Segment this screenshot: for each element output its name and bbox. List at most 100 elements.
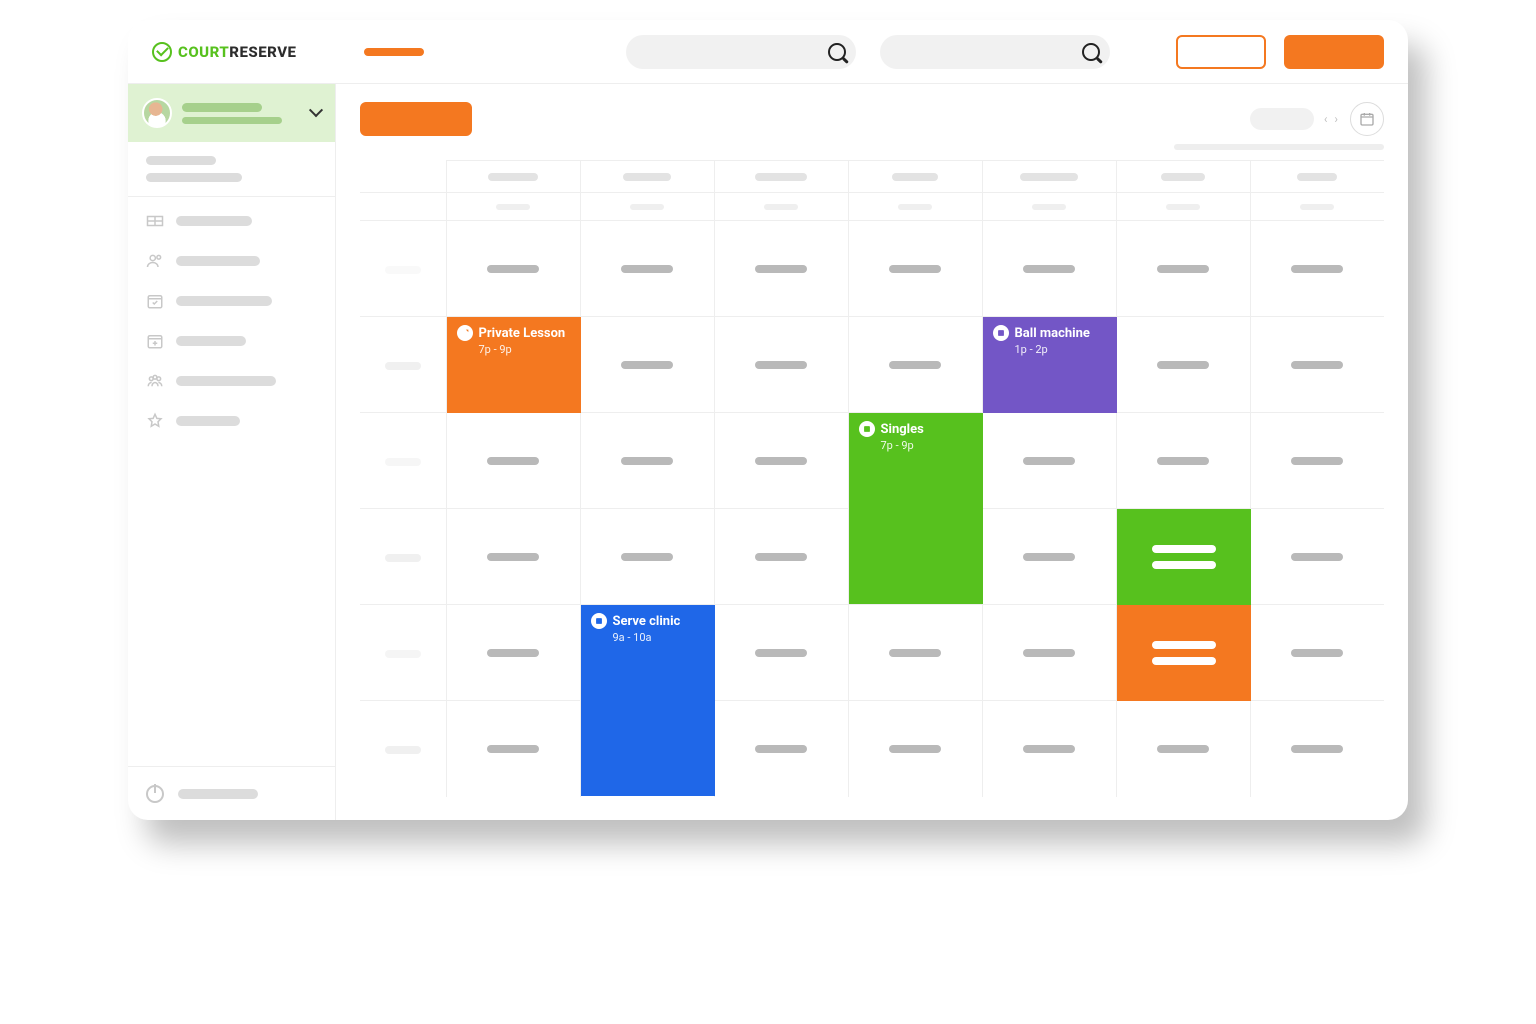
- sidebar-item-label: [176, 296, 272, 306]
- schedule-cell[interactable]: [1116, 221, 1250, 317]
- calendar-button[interactable]: [1350, 102, 1384, 136]
- schedule-cell[interactable]: [714, 413, 848, 509]
- court-icon: [859, 421, 875, 437]
- schedule-cell[interactable]: [714, 701, 848, 797]
- row-label: [360, 413, 446, 509]
- column-header[interactable]: [982, 161, 1116, 193]
- schedule-cell[interactable]: [848, 605, 982, 701]
- schedule-cell[interactable]: [714, 317, 848, 413]
- schedule-cell[interactable]: [982, 413, 1116, 509]
- schedule-table: Private Lesson 7p - 9p Ball machine 1: [360, 160, 1384, 797]
- create-button[interactable]: [360, 102, 472, 136]
- schedule-row: [360, 701, 1384, 797]
- row-label: [360, 221, 446, 317]
- schedule-cell[interactable]: Private Lesson 7p - 9p: [446, 317, 580, 413]
- event-singles[interactable]: Singles 7p - 9p: [849, 413, 983, 604]
- schedule-cell[interactable]: [1250, 221, 1384, 317]
- event-block-green[interactable]: [1117, 509, 1251, 605]
- schedule-cell[interactable]: [446, 701, 580, 797]
- user-menu[interactable]: [128, 84, 335, 142]
- schedule-cell[interactable]: [446, 413, 580, 509]
- schedule-cell[interactable]: [1116, 701, 1250, 797]
- schedule-cell[interactable]: [1116, 413, 1250, 509]
- sidebar-item-events[interactable]: [128, 321, 335, 361]
- secondary-button[interactable]: [1176, 35, 1266, 69]
- sidebar-item-label: [176, 256, 260, 266]
- event-title: Singles: [881, 422, 924, 437]
- schedule-cell[interactable]: [1116, 509, 1250, 605]
- app-window: COURTRESERVE: [128, 20, 1408, 820]
- schedule-cell[interactable]: [982, 605, 1116, 701]
- column-subheader: [848, 193, 982, 221]
- column-header[interactable]: [848, 161, 982, 193]
- schedule-cell[interactable]: Singles 7p - 9p: [848, 413, 982, 509]
- event-serve-clinic[interactable]: Serve clinic 9a - 10a: [581, 605, 715, 796]
- column-header[interactable]: [1250, 161, 1384, 193]
- event-block-orange[interactable]: [1117, 605, 1251, 701]
- user-name-placeholder: [182, 103, 282, 124]
- column-header[interactable]: [714, 161, 848, 193]
- primary-button[interactable]: [1284, 35, 1384, 69]
- event-ball-machine[interactable]: Ball machine 1p - 2p: [983, 317, 1117, 413]
- event-time: 7p - 9p: [881, 439, 973, 452]
- group-icon: [146, 372, 164, 390]
- schedule-cell[interactable]: [1116, 317, 1250, 413]
- sidebar: [128, 84, 336, 820]
- sidebar-item-reservations[interactable]: [128, 281, 335, 321]
- prev-next-arrows[interactable]: ‹ ›: [1324, 112, 1340, 126]
- sidebar-item-label: [176, 216, 252, 226]
- column-header[interactable]: [1116, 161, 1250, 193]
- column-subheader: [1116, 193, 1250, 221]
- schedule-cell[interactable]: [1116, 605, 1250, 701]
- schedule-cell[interactable]: [446, 605, 580, 701]
- schedule-cell[interactable]: [446, 221, 580, 317]
- schedule-cell[interactable]: [848, 221, 982, 317]
- schedule-cell[interactable]: [848, 317, 982, 413]
- schedule-cell[interactable]: [1250, 317, 1384, 413]
- logo[interactable]: COURTRESERVE: [152, 42, 296, 62]
- event-time: 9a - 10a: [613, 631, 705, 644]
- schedule-cell[interactable]: [580, 509, 714, 605]
- schedule-cell[interactable]: [580, 221, 714, 317]
- search-icon: [828, 43, 846, 61]
- schedule-cell[interactable]: [446, 509, 580, 605]
- schedule-row: Singles 7p - 9p: [360, 413, 1384, 509]
- column-header[interactable]: [446, 161, 580, 193]
- clinic-icon: [591, 613, 607, 629]
- schedule-cell[interactable]: [982, 509, 1116, 605]
- logout-label[interactable]: [178, 789, 258, 799]
- date-range-label: [1250, 108, 1314, 130]
- schedule-cell[interactable]: [714, 509, 848, 605]
- schedule-cell[interactable]: [848, 701, 982, 797]
- schedule-cell[interactable]: [1250, 509, 1384, 605]
- sidebar-item-courts[interactable]: [128, 201, 335, 241]
- row-label: [360, 509, 446, 605]
- search-input-1[interactable]: [626, 35, 856, 69]
- search-input-2[interactable]: [880, 35, 1110, 69]
- event-private-lesson[interactable]: Private Lesson 7p - 9p: [447, 317, 581, 413]
- sidebar-item-favorites[interactable]: [128, 401, 335, 441]
- schedule-cell[interactable]: [982, 221, 1116, 317]
- search-icon: [1082, 43, 1100, 61]
- event-placeholder-lines: [1152, 545, 1216, 569]
- event-title: Serve clinic: [613, 614, 681, 629]
- power-icon[interactable]: [146, 785, 164, 803]
- logo-text-2: RESERVE: [229, 43, 296, 61]
- sidebar-item-members[interactable]: [128, 241, 335, 281]
- column-subheader-row: [360, 193, 1384, 221]
- row-label: [360, 317, 446, 413]
- schedule-cell[interactable]: Ball machine 1p - 2p: [982, 317, 1116, 413]
- schedule-cell[interactable]: Serve clinic 9a - 10a: [580, 605, 714, 701]
- column-header-row: [360, 161, 1384, 193]
- schedule-cell[interactable]: [1250, 701, 1384, 797]
- schedule-cell[interactable]: [580, 413, 714, 509]
- schedule-cell[interactable]: [1250, 605, 1384, 701]
- schedule-cell[interactable]: [982, 701, 1116, 797]
- column-header[interactable]: [580, 161, 714, 193]
- sidebar-item-groups[interactable]: [128, 361, 335, 401]
- schedule-cell[interactable]: [714, 221, 848, 317]
- schedule-cell[interactable]: [580, 317, 714, 413]
- active-nav-indicator[interactable]: [364, 48, 424, 56]
- schedule-cell[interactable]: [1250, 413, 1384, 509]
- schedule-cell[interactable]: [714, 605, 848, 701]
